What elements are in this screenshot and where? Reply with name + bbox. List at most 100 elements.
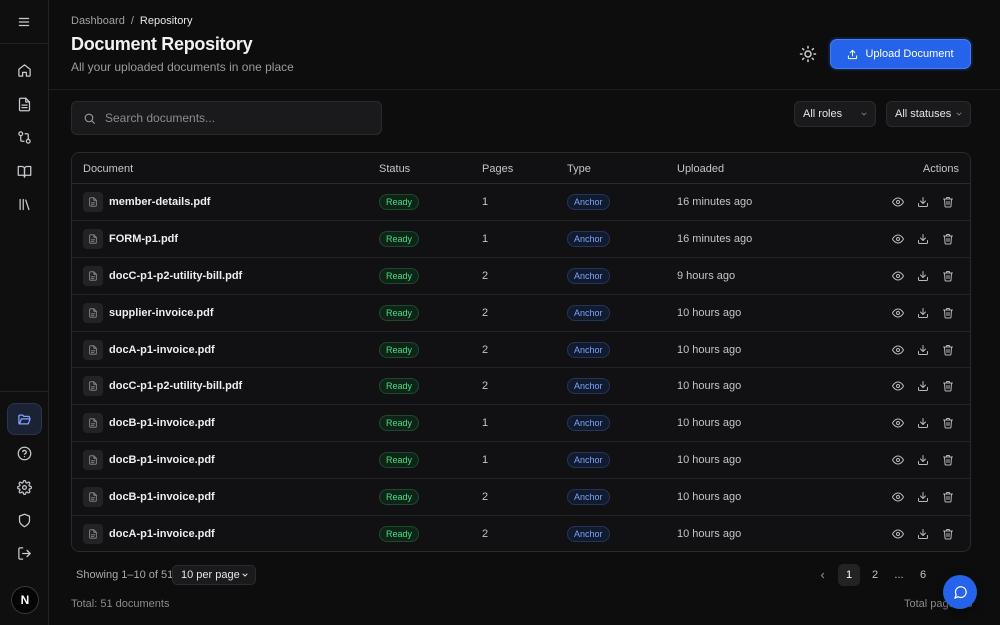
- trash-icon[interactable]: [942, 454, 954, 466]
- uploaded-time: 10 hours ago: [677, 380, 742, 393]
- eye-icon[interactable]: [892, 454, 904, 466]
- eye-icon[interactable]: [892, 380, 904, 392]
- prev-page-button[interactable]: [811, 564, 833, 586]
- page-count: 2: [482, 306, 489, 319]
- trash-icon[interactable]: [942, 196, 954, 208]
- status-badge: Ready: [379, 267, 420, 284]
- download-icon[interactable]: [917, 196, 929, 208]
- page-button-2[interactable]: 2: [864, 564, 886, 586]
- page-count: 2: [482, 343, 489, 356]
- trash-icon[interactable]: [942, 270, 954, 282]
- page-count: 2: [482, 380, 489, 393]
- breadcrumb-dashboard[interactable]: Dashboard: [71, 15, 125, 27]
- table-row[interactable]: docB-p1-invoice.pdf Ready 1 Anchor 10 ho…: [72, 405, 970, 443]
- download-icon[interactable]: [917, 491, 929, 503]
- document-name[interactable]: docB-p1-invoice.pdf: [109, 491, 215, 503]
- eye-icon[interactable]: [892, 270, 904, 282]
- eye-icon[interactable]: [892, 233, 904, 245]
- chevron-down-icon: [861, 112, 867, 116]
- download-icon[interactable]: [917, 528, 929, 540]
- book-open-icon: [17, 165, 32, 178]
- search-input[interactable]: [105, 111, 365, 125]
- message-circle-icon: [953, 585, 967, 599]
- trash-icon[interactable]: [942, 417, 954, 429]
- breadcrumb-separator: /: [130, 15, 134, 27]
- type-badge: Anchor: [567, 304, 610, 321]
- sidebar-item-help[interactable]: [7, 437, 42, 469]
- document-name[interactable]: member-details.pdf: [109, 196, 210, 208]
- table-row[interactable]: docC-p1-p2-utility-bill.pdf Ready 2 Anch…: [72, 368, 970, 406]
- trash-icon[interactable]: [942, 233, 954, 245]
- uploaded-time: 16 minutes ago: [677, 232, 753, 245]
- eye-icon[interactable]: [892, 196, 904, 208]
- breadcrumb: Dashboard / Repository: [71, 15, 192, 27]
- uploaded-time: 10 hours ago: [677, 454, 742, 467]
- avatar[interactable]: N: [11, 586, 39, 614]
- roles-filter-value: All roles: [803, 108, 843, 120]
- sidebar-item-repository[interactable]: [7, 403, 42, 435]
- table-row[interactable]: FORM-p1.pdf Ready 1 Anchor 16 minutes ag…: [72, 221, 970, 258]
- sun-icon[interactable]: [799, 45, 817, 63]
- table-row[interactable]: supplier-invoice.pdf Ready 2 Anchor 10 h…: [72, 295, 970, 332]
- document-name[interactable]: FORM-p1.pdf: [109, 233, 178, 245]
- page-count: 2: [482, 528, 489, 541]
- trash-icon[interactable]: [942, 344, 954, 356]
- per-page-select[interactable]: 10 per page: [172, 565, 256, 585]
- sidebar-item-library[interactable]: [7, 188, 42, 220]
- download-icon[interactable]: [917, 307, 929, 319]
- page-title: Document Repository: [71, 34, 253, 54]
- table-row[interactable]: member-details.pdf Ready 1 Anchor 16 min…: [72, 184, 970, 221]
- download-icon[interactable]: [917, 344, 929, 356]
- table-row[interactable]: docC-p1-p2-utility-bill.pdf Ready 2 Anch…: [72, 258, 970, 295]
- sidebar-item-settings[interactable]: [7, 471, 42, 503]
- type-badge: Anchor: [567, 378, 610, 395]
- sidebar-item-guides[interactable]: [7, 155, 42, 187]
- document-name[interactable]: docC-p1-p2-utility-bill.pdf: [109, 380, 242, 392]
- eye-icon[interactable]: [892, 307, 904, 319]
- type-badge: Anchor: [567, 526, 610, 543]
- sidebar-item-documents[interactable]: [7, 88, 42, 120]
- trash-icon[interactable]: [942, 491, 954, 503]
- help-circle-icon: [17, 446, 32, 460]
- file-icon: [83, 450, 103, 471]
- eye-icon[interactable]: [892, 528, 904, 540]
- table-row[interactable]: docB-p1-invoice.pdf Ready 2 Anchor 10 ho…: [72, 479, 970, 517]
- document-name[interactable]: docC-p1-p2-utility-bill.pdf: [109, 270, 242, 282]
- sidebar-item-compare[interactable]: [7, 121, 42, 153]
- page-button-1[interactable]: 1: [838, 564, 860, 586]
- download-icon[interactable]: [917, 380, 929, 392]
- file-icon: [83, 228, 103, 249]
- table-row[interactable]: docB-p1-invoice.pdf Ready 1 Anchor 10 ho…: [72, 442, 970, 480]
- settings-icon: [17, 479, 32, 495]
- eye-icon[interactable]: [892, 344, 904, 356]
- trash-icon[interactable]: [942, 307, 954, 319]
- menu-icon[interactable]: [17, 15, 31, 29]
- eye-icon[interactable]: [892, 417, 904, 429]
- trash-icon[interactable]: [942, 380, 954, 392]
- roles-filter[interactable]: All roles: [794, 101, 876, 127]
- sidebar: N: [0, 0, 49, 625]
- download-icon[interactable]: [917, 270, 929, 282]
- download-icon[interactable]: [917, 417, 929, 429]
- download-icon[interactable]: [917, 454, 929, 466]
- table-row[interactable]: docA-p1-invoice.pdf Ready 2 Anchor 10 ho…: [72, 332, 970, 369]
- download-icon[interactable]: [917, 233, 929, 245]
- sidebar-item-security[interactable]: [7, 504, 42, 536]
- status-badge: Ready: [379, 489, 420, 506]
- sidebar-item-logout[interactable]: [7, 537, 42, 569]
- page-button-6[interactable]: 6: [912, 564, 934, 586]
- trash-icon[interactable]: [942, 528, 954, 540]
- eye-icon[interactable]: [892, 491, 904, 503]
- document-name[interactable]: docB-p1-invoice.pdf: [109, 454, 215, 466]
- document-name[interactable]: docB-p1-invoice.pdf: [109, 417, 215, 429]
- statuses-filter[interactable]: All statuses: [886, 101, 971, 127]
- table-row[interactable]: docA-p1-invoice.pdf Ready 2 Anchor 10 ho…: [72, 516, 970, 551]
- upload-document-button[interactable]: Upload Document: [830, 39, 971, 69]
- document-name[interactable]: docA-p1-invoice.pdf: [109, 344, 215, 356]
- document-name[interactable]: supplier-invoice.pdf: [109, 307, 214, 319]
- file-icon: [83, 376, 103, 397]
- document-name[interactable]: docA-p1-invoice.pdf: [109, 528, 215, 540]
- uploaded-time: 16 minutes ago: [677, 196, 753, 208]
- sidebar-item-home[interactable]: [7, 54, 42, 86]
- chat-button[interactable]: [943, 575, 977, 609]
